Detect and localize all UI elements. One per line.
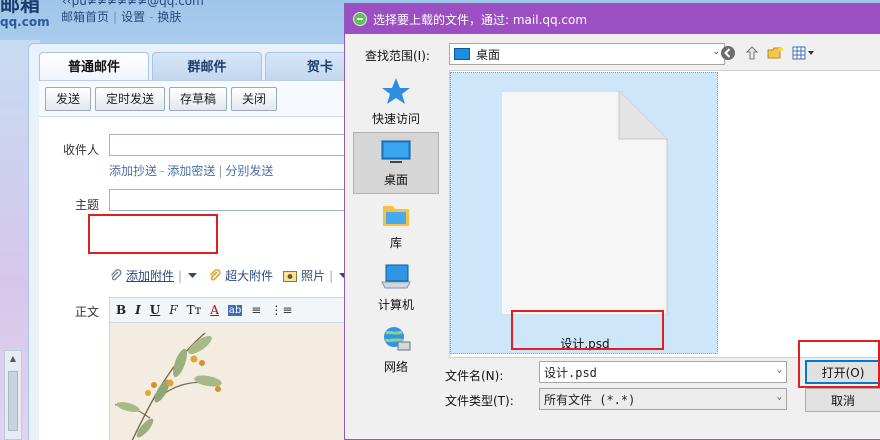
cancel-button[interactable]: 取消 <box>805 388 880 412</box>
places-bar: 快速访问 桌面 库 计算机 网络 <box>351 72 441 374</box>
to-input[interactable] <box>109 134 379 156</box>
add-attachment-button[interactable]: 添加附件 | <box>109 267 198 284</box>
new-folder-icon[interactable] <box>767 44 785 62</box>
up-folder-icon[interactable] <box>743 44 761 62</box>
filetype-label: 文件类型(T): <box>445 394 514 408</box>
format-toolbar: B I U F Tᴛ A ab ≡ ⋮≡ <box>109 297 379 323</box>
account-email: ‹‹pu≠≠≠≠≠≠@qq.com <box>62 0 204 8</box>
star-icon <box>380 76 412 106</box>
send-button[interactable]: 发送 <box>45 87 92 111</box>
italic-button[interactable]: I <box>135 303 141 317</box>
qq-mail-logo[interactable]: 邮箱 qq.com <box>0 0 50 28</box>
highlight-file-name <box>511 310 664 350</box>
body-label: 正文 <box>75 305 100 319</box>
bold-button[interactable]: B <box>116 303 126 317</box>
link-change-skin[interactable]: 换肤 <box>157 10 181 24</box>
add-bcc-link[interactable]: 添加密送 <box>167 164 215 178</box>
font-size-button[interactable]: Tᴛ <box>187 303 202 317</box>
dialog-titlebar: 选择要上载的文件，通过: mail.qq.com <box>345 4 880 34</box>
library-icon <box>380 200 412 230</box>
computer-icon <box>380 262 412 292</box>
view-menu-icon[interactable] <box>791 44 817 62</box>
large-attachment-button[interactable]: 超大附件 <box>208 267 273 284</box>
photo-label: 照片 <box>301 269 326 283</box>
background-color-button[interactable]: ab <box>227 304 243 316</box>
photo-icon <box>283 270 298 282</box>
compose-toolbar: 发送 定时发送 存草稿 关闭 <box>39 80 369 116</box>
logo-sub-text: qq.com <box>0 15 50 29</box>
list-button[interactable]: ⋮≡ <box>270 303 292 317</box>
header-links: 邮箱首页 | 设置 - 换肤 <box>61 10 182 24</box>
add-attachment-label: 添加附件 <box>126 269 175 283</box>
floral-illustration <box>114 332 222 440</box>
photo-button[interactable]: 照片 | <box>283 267 349 284</box>
place-network[interactable]: 网络 <box>353 320 439 380</box>
filetype-chevron-down-icon: ⌄ <box>776 392 782 402</box>
font-button[interactable]: F <box>169 303 177 317</box>
link-settings[interactable]: 设置 <box>121 10 145 24</box>
filename-label: 文件名(N): <box>445 369 504 383</box>
compose-form: 收件人 添加抄送 - 添加密送 | 分别发送 主题 添加附件 | 超大附件 照片 | <box>39 116 379 440</box>
scheduled-send-button[interactable]: 定时发送 <box>95 87 166 111</box>
network-icon <box>380 324 412 354</box>
dialog-nav-icons <box>719 44 817 62</box>
desktop-icon <box>380 137 412 167</box>
underline-button[interactable]: U <box>150 303 160 317</box>
filetype-value: 所有文件 (*.*) <box>544 392 636 407</box>
subject-label: 主题 <box>75 198 100 212</box>
separate-send-link[interactable]: 分别发送 <box>225 164 273 178</box>
tab-normal-mail[interactable]: 普通邮件 <box>39 52 149 80</box>
tab-group-mail[interactable]: 群邮件 <box>152 52 262 80</box>
place-desktop[interactable]: 桌面 <box>353 132 439 194</box>
back-icon[interactable] <box>719 44 737 62</box>
filename-input[interactable]: 设计.psd ⌄ <box>539 361 787 383</box>
align-button[interactable]: ≡ <box>251 303 261 317</box>
filetype-dropdown[interactable]: 所有文件 (*.*) ⌄ <box>539 388 787 410</box>
highlight-add-attachment <box>88 214 218 254</box>
font-color-button[interactable]: A <box>210 303 219 317</box>
document-icon <box>501 91 668 315</box>
filename-value: 设计.psd <box>544 365 597 380</box>
dialog-title: 选择要上载的文件，通过: mail.qq.com <box>373 12 588 27</box>
to-label: 收件人 <box>63 143 100 157</box>
attachment-row: 添加附件 | 超大附件 照片 | <box>109 267 359 284</box>
large-attachment-label: 超大附件 <box>225 269 274 283</box>
lookin-value: 桌面 <box>476 47 501 62</box>
lookin-dropdown[interactable]: 桌面 ⌄ <box>449 43 725 65</box>
place-quick-access[interactable]: 快速访问 <box>353 72 439 132</box>
attachment-dropdown-icon[interactable] <box>186 270 198 282</box>
place-computer[interactable]: 计算机 <box>353 258 439 318</box>
large-attachment-icon <box>210 268 221 281</box>
place-library-label: 库 <box>389 236 402 250</box>
cc-links: 添加抄送 - 添加密送 | 分别发送 <box>109 164 274 178</box>
save-draft-button[interactable]: 存草稿 <box>169 87 228 111</box>
desktop-small-icon <box>454 48 470 60</box>
add-cc-link[interactable]: 添加抄送 <box>109 164 157 178</box>
link-mail-home[interactable]: 邮箱首页 <box>61 10 109 24</box>
place-computer-label: 计算机 <box>377 298 414 312</box>
place-network-label: 网络 <box>383 360 408 374</box>
paperclip-icon <box>111 268 122 280</box>
lookin-label: 查找范围(I): <box>365 48 430 63</box>
highlight-open-button <box>798 340 880 388</box>
filename-dropdown-icon[interactable]: ⌄ <box>777 365 782 375</box>
dialog-app-icon <box>353 12 367 26</box>
place-quick-access-label: 快速访问 <box>371 112 420 126</box>
logo-main-text: 邮箱 <box>0 0 40 16</box>
scroll-up-icon[interactable]: ▲ <box>5 351 21 365</box>
place-library[interactable]: 库 <box>353 196 439 256</box>
close-button[interactable]: 关闭 <box>231 87 278 111</box>
scrollbar-thumb[interactable] <box>8 371 18 431</box>
page-scrollbar[interactable]: ▲ <box>4 350 22 440</box>
subject-input[interactable] <box>109 189 379 211</box>
lookin-row: 查找范围(I): 桌面 ⌄ <box>365 43 725 66</box>
compose-tabs: 普通邮件 群邮件 贺卡 <box>39 52 378 80</box>
body-editor[interactable] <box>109 323 379 440</box>
place-desktop-label: 桌面 <box>383 173 408 187</box>
